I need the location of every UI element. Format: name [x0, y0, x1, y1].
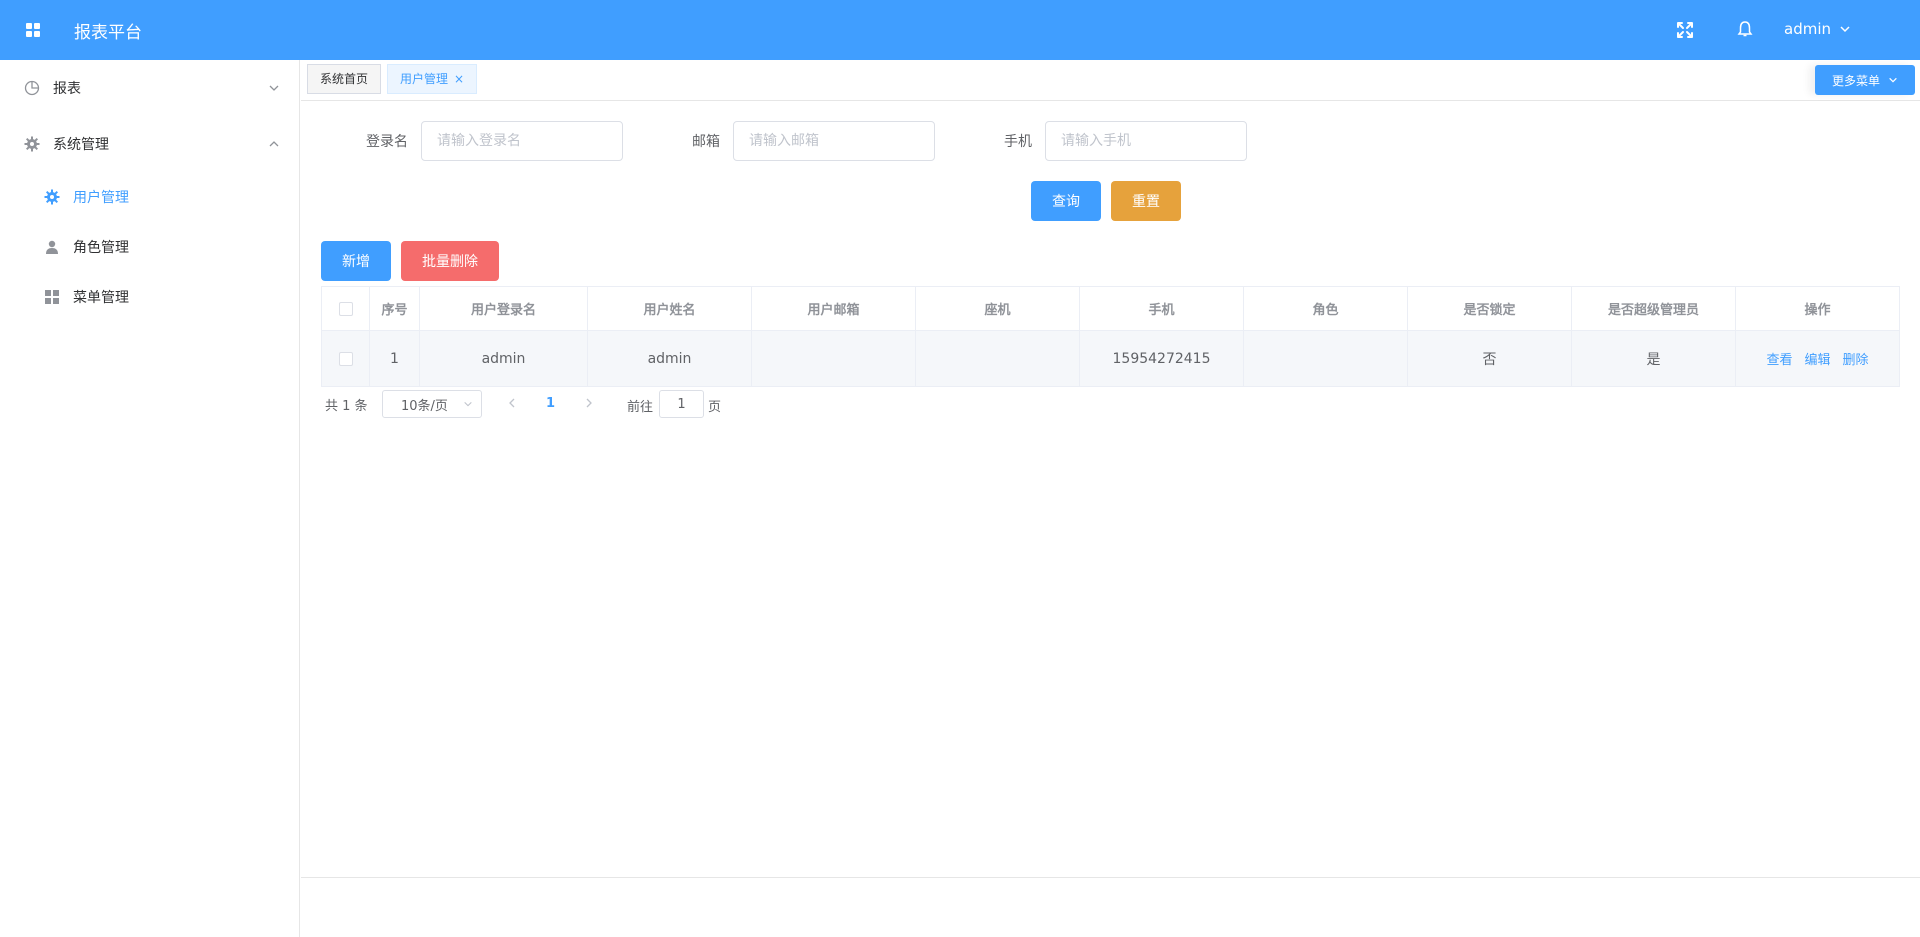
view-link[interactable]: 查看	[1766, 353, 1792, 368]
row-checkbox[interactable]	[338, 351, 353, 366]
batch-delete-button[interactable]: 批量删除	[401, 241, 499, 281]
cell-tel	[915, 330, 1080, 387]
user-name: admin	[1784, 20, 1831, 38]
edit-link[interactable]: 编辑	[1804, 353, 1830, 368]
user-dropdown[interactable]: admin	[1784, 20, 1851, 38]
column-header: 序号	[369, 286, 420, 331]
cell-email	[751, 330, 916, 387]
cell-role	[1243, 330, 1408, 387]
tab-label: 用户管理	[400, 72, 449, 86]
column-header: 用户登录名	[419, 286, 588, 331]
row-select-cell	[321, 330, 370, 387]
email-input[interactable]	[733, 121, 935, 161]
column-header: 用户姓名	[587, 286, 752, 331]
pagination-total: 共 1 条	[325, 398, 368, 414]
chevron-down-icon	[1840, 26, 1850, 33]
pie-chart-icon	[24, 80, 40, 96]
delete-link[interactable]: 删除	[1843, 353, 1869, 368]
select-all-cell	[321, 286, 370, 331]
cell-phone: 15954272415	[1079, 330, 1244, 387]
sidebar-menu-label: 系统管理	[53, 137, 109, 153]
sidebar-item-label: 用户管理	[73, 190, 129, 206]
cell-super-admin: 是	[1571, 330, 1736, 387]
column-header: 用户邮箱	[751, 286, 916, 331]
sidebar-item-role-management[interactable]: 角色管理	[0, 222, 299, 272]
sidebar-menu-system[interactable]: 系统管理	[0, 116, 299, 172]
cell-operations: 查看 编辑 删除	[1735, 330, 1900, 387]
sidebar-menu-report[interactable]: 报表	[0, 60, 299, 116]
fullscreen-icon[interactable]	[1676, 21, 1694, 39]
chevron-down-icon	[1889, 77, 1897, 83]
login-name-label: 登录名	[366, 134, 408, 150]
cell-locked: 否	[1407, 330, 1572, 387]
select-all-checkbox[interactable]	[338, 301, 353, 316]
cell-index: 1	[369, 330, 420, 387]
more-menu-label: 更多菜单	[1831, 73, 1880, 88]
query-button[interactable]: 查询	[1031, 181, 1101, 221]
add-button[interactable]: 新增	[321, 241, 391, 281]
goto-page-input[interactable]	[659, 390, 704, 418]
prev-page-icon[interactable]	[507, 396, 517, 410]
phone-label: 手机	[1004, 134, 1032, 150]
reset-button[interactable]: 重置	[1111, 181, 1181, 221]
page-size-select[interactable]: 10条/页	[382, 390, 482, 418]
sidebar: 报表 系统管理 用户管理 角色管理 菜单管理	[0, 60, 300, 937]
column-header: 是否超级管理员	[1571, 286, 1736, 331]
gear-icon	[44, 189, 60, 205]
chevron-up-icon	[269, 141, 279, 147]
grid-icon	[45, 290, 59, 304]
sidebar-menu-label: 报表	[53, 81, 81, 97]
column-header: 是否锁定	[1407, 286, 1572, 331]
phone-input[interactable]	[1045, 121, 1247, 161]
page-size-value: 10条/页	[401, 398, 448, 414]
page-number-active[interactable]: 1	[546, 396, 555, 411]
close-icon[interactable]: ×	[454, 72, 464, 86]
column-header: 手机	[1079, 286, 1244, 331]
chevron-down-icon	[464, 401, 472, 407]
sidebar-item-user-management[interactable]: 用户管理	[0, 172, 299, 222]
tab-home[interactable]: 系统首页	[307, 64, 382, 94]
column-header: 角色	[1243, 286, 1408, 331]
app-grid-icon[interactable]	[26, 23, 40, 37]
email-label: 邮箱	[692, 134, 720, 150]
tab-user-management[interactable]: 用户管理 ×	[387, 64, 478, 94]
login-name-input[interactable]	[421, 121, 623, 161]
next-page-icon[interactable]	[584, 396, 594, 410]
bell-icon[interactable]	[1736, 20, 1754, 38]
chevron-down-icon	[269, 85, 279, 91]
app-title: 报表平台	[74, 23, 142, 43]
footer-divider	[301, 877, 1920, 878]
page-suffix-label: 页	[708, 400, 722, 415]
more-menu-button[interactable]: 更多菜单	[1815, 65, 1915, 95]
sidebar-item-menu-management[interactable]: 菜单管理	[0, 272, 299, 322]
tabs-bar: 系统首页 用户管理 ×	[301, 60, 1920, 101]
gear-icon	[24, 136, 40, 152]
column-header: 操作	[1735, 286, 1900, 331]
sidebar-item-label: 角色管理	[73, 240, 129, 256]
user-icon	[46, 240, 58, 254]
cell-login: admin	[419, 330, 588, 387]
tab-label: 系统首页	[320, 72, 369, 86]
top-header: 报表平台 admin	[0, 0, 1920, 60]
cell-name: admin	[587, 330, 752, 387]
column-header: 座机	[915, 286, 1080, 331]
table-header-row: 序号 用户登录名 用户姓名 用户邮箱 座机 手机 角色 是否锁定 是否超级管理员…	[321, 286, 1900, 331]
user-table: 序号 用户登录名 用户姓名 用户邮箱 座机 手机 角色 是否锁定 是否超级管理员…	[321, 286, 1900, 387]
goto-label: 前往	[627, 400, 654, 415]
table-row: 1 admin admin 15954272415 否 是 查看 编辑 删除	[321, 330, 1900, 387]
sidebar-item-label: 菜单管理	[73, 290, 129, 306]
